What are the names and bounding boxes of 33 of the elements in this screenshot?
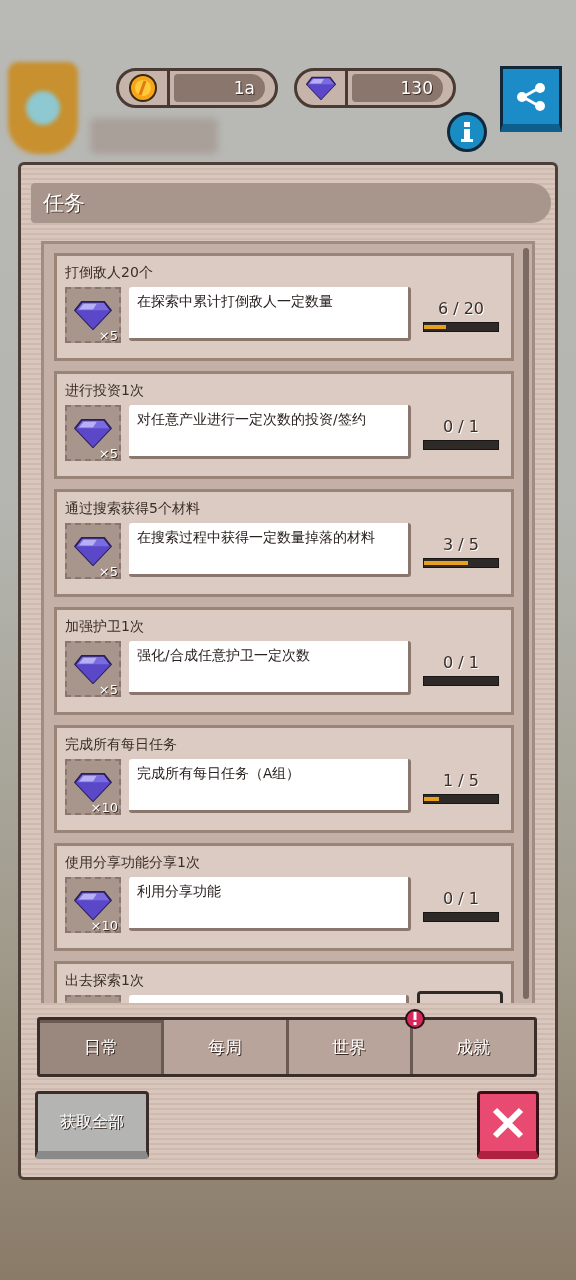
tab[interactable]: 每周 (164, 1020, 286, 1074)
quest-title: 打倒敌人20个 (65, 263, 153, 282)
quest-title: 完成所有每日任务 (65, 735, 177, 754)
tab[interactable]: 世界 (288, 1020, 410, 1074)
reward-count: ×10 (90, 918, 118, 933)
reward-count: ×10 (90, 800, 118, 815)
quest-description: 在探索中累计打倒敌人一定数量 (129, 287, 411, 341)
tab[interactable]: 成就 (412, 1020, 534, 1074)
reward-count: ×5 (98, 328, 118, 343)
currency-value: 130 (352, 74, 443, 102)
panel-title: 任务 (31, 183, 551, 223)
progress-text: 0 / 1 (443, 653, 479, 672)
currency-value: 1a (174, 74, 265, 102)
reward-count: ×5 (98, 564, 118, 579)
quest-description: 在搜索过程中获得一定数量掉落的材料 (129, 523, 411, 577)
quest-title: 出去探索1次 (65, 971, 144, 990)
claim-all-button[interactable]: 获取全部 (35, 1091, 149, 1159)
reward-count: ×5 (98, 682, 118, 697)
quest-title: 通过搜索获得5个材料 (65, 499, 200, 518)
quest-description: 对任意产业进行一定次数的投资/签约 (129, 405, 411, 459)
quest-title: 加强护卫1次 (65, 617, 144, 636)
reward-count: ×5 (98, 446, 118, 461)
quest-title: 进行投资1次 (65, 381, 144, 400)
quest-title: 使用分享功能分享1次 (65, 853, 200, 872)
progress-text: 6 / 20 (437, 299, 485, 318)
tab[interactable]: 日常 (40, 1020, 162, 1074)
quest-description: 完成所有每日任务（A组） (129, 759, 411, 813)
progress-text: 1 / 5 (443, 771, 479, 790)
quest-description: 利用分享功能 (129, 877, 411, 931)
progress-text: 3 / 5 (443, 535, 479, 554)
progress-text: 0 / 1 (443, 889, 479, 908)
progress-text: 0 / 1 (443, 417, 479, 436)
quest-description: 强化/合成任意护卫一定次数 (129, 641, 411, 695)
